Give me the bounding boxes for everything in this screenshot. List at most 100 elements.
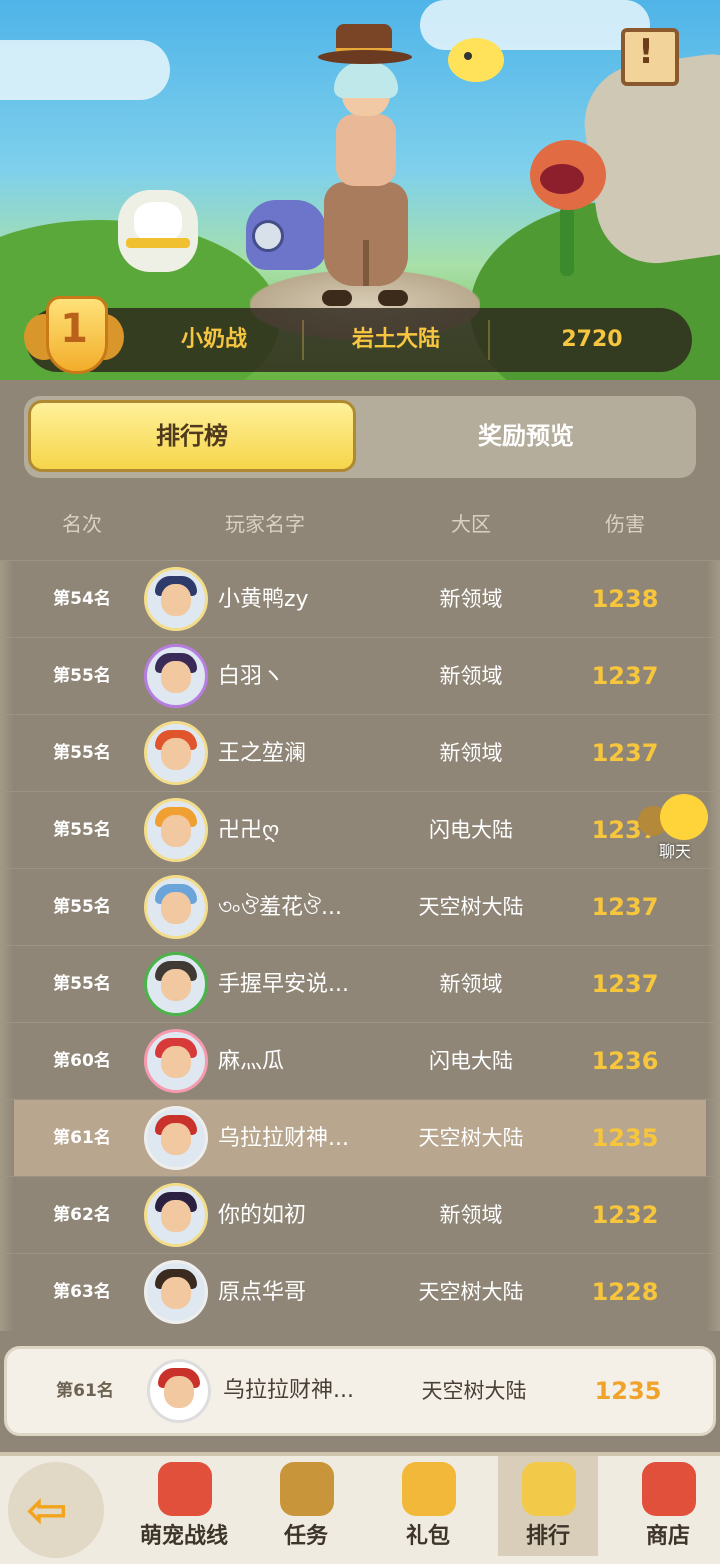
tab-reward-preview[interactable]: 奖励预览 xyxy=(360,400,692,472)
row-rank: 第55名 xyxy=(53,820,111,840)
row-deco xyxy=(706,1100,720,1177)
row-deco xyxy=(706,1023,720,1100)
player-avatar[interactable] xyxy=(144,644,208,708)
my-rank: 第61名 xyxy=(56,1381,114,1401)
pufferfish-pet xyxy=(448,38,504,82)
row-rank: 第55名 xyxy=(53,897,111,917)
nav-item-gift[interactable]: 礼包 xyxy=(378,1456,478,1556)
row-rank: 第55名 xyxy=(53,974,111,994)
row-player-name: 王之堃澜 xyxy=(218,741,307,766)
avatar-face xyxy=(161,1277,191,1309)
smiley-icon xyxy=(660,794,708,840)
nav-item-shop[interactable]: 商店 xyxy=(618,1456,718,1556)
row-deco xyxy=(0,792,14,869)
back-button[interactable]: ⇦ xyxy=(8,1462,108,1558)
my-zone: 天空树大陆 xyxy=(421,1379,527,1403)
player-avatar[interactable] xyxy=(144,1029,208,1093)
row-deco xyxy=(0,638,14,715)
table-row[interactable]: 第55名 ৩৹ঔ羞花ঔ... 天空树大陆 1237 xyxy=(0,868,720,946)
row-player-name: 小黄鸭zy xyxy=(218,587,309,612)
podium-icon xyxy=(522,1462,576,1516)
row-zone: 新领域 xyxy=(439,972,503,996)
player-avatar[interactable] xyxy=(144,1260,208,1324)
player-avatar[interactable] xyxy=(144,1183,208,1247)
chat-button[interactable]: 聊天 xyxy=(638,790,714,864)
row-damage: 1236 xyxy=(591,1047,659,1075)
row-deco xyxy=(706,869,720,946)
row-deco xyxy=(0,946,14,1023)
top-player-character xyxy=(300,10,430,330)
avatar-face xyxy=(161,892,191,924)
player-avatar[interactable] xyxy=(144,952,208,1016)
row-deco xyxy=(0,869,14,946)
top-player-zone: 岩土大陆 xyxy=(351,327,440,352)
player-avatar[interactable] xyxy=(144,1106,208,1170)
row-rank: 第62名 xyxy=(53,1205,111,1225)
row-rank: 第63名 xyxy=(53,1282,111,1302)
row-rank: 第54名 xyxy=(53,589,111,609)
notice-button[interactable]: ! xyxy=(615,24,679,86)
row-zone: 新领域 xyxy=(439,1203,503,1227)
table-row[interactable]: 第55名 王之堃澜 新领域 1237 xyxy=(0,714,720,792)
table-row[interactable]: 第62名 你的如初 新领域 1232 xyxy=(0,1176,720,1254)
row-player-name: 白羽ヽ xyxy=(218,664,285,689)
table-row[interactable]: 第55名 白羽ヽ 新领域 1237 xyxy=(0,637,720,715)
row-deco xyxy=(0,1177,14,1254)
nav-item-podium[interactable]: 排行 xyxy=(498,1456,598,1556)
row-deco xyxy=(706,638,720,715)
my-avatar[interactable] xyxy=(147,1359,211,1423)
table-row[interactable]: 第61名 乌拉拉财神... 天空树大陆 1235 xyxy=(0,1099,720,1177)
row-damage: 1228 xyxy=(591,1278,659,1306)
table-row[interactable]: 第63名 原点华哥 天空树大陆 1228 xyxy=(0,1253,720,1331)
my-name: 乌拉拉财神... xyxy=(223,1378,354,1403)
top-player-name: 小奶战 xyxy=(180,327,247,352)
nav-label: 排行 xyxy=(525,1524,570,1549)
nav-label: 萌宠战线 xyxy=(139,1524,228,1549)
shop-icon xyxy=(642,1462,696,1516)
column-rank: 名次 xyxy=(62,512,102,536)
nav-item-pet-battle[interactable]: 萌宠战线 xyxy=(134,1456,234,1556)
column-zone: 大区 xyxy=(451,512,491,536)
cloud xyxy=(0,40,170,100)
nav-label: 任务 xyxy=(283,1524,328,1549)
column-player-name: 玩家名字 xyxy=(225,512,305,536)
avatar-face xyxy=(161,661,191,693)
goat-pet xyxy=(108,168,208,280)
row-deco xyxy=(706,1254,720,1331)
list-header: 名次 玩家名字 大区 伤害 xyxy=(0,496,720,552)
row-deco xyxy=(706,715,720,792)
row-deco xyxy=(0,1023,14,1100)
row-rank: 第55名 xyxy=(53,743,111,763)
avatar-face xyxy=(161,969,191,1001)
avatar-face xyxy=(161,584,191,616)
row-damage: 1237 xyxy=(591,970,659,998)
row-zone: 闪电大陆 xyxy=(429,1049,513,1073)
player-avatar[interactable] xyxy=(144,721,208,785)
plant-stem xyxy=(560,206,574,276)
table-row[interactable]: 第55名 手握早安说... 新领域 1237 xyxy=(0,945,720,1023)
my-rank-row: 第61名 乌拉拉财神... 天空树大陆 1235 xyxy=(4,1346,716,1436)
rank-one-medal-icon: 1 xyxy=(22,290,126,376)
nav-label: 商店 xyxy=(645,1524,690,1549)
avatar-face xyxy=(161,1046,191,1078)
row-zone: 天空树大陆 xyxy=(418,1126,524,1150)
row-player-name: 你的如初 xyxy=(218,1203,307,1228)
row-deco xyxy=(706,561,720,638)
row-damage: 1232 xyxy=(591,1201,659,1229)
table-row[interactable]: 第54名 小黄鸭zy 新领域 1238 xyxy=(0,560,720,638)
row-deco xyxy=(0,561,14,638)
row-rank: 第55名 xyxy=(53,666,111,686)
chat-label: 聊天 xyxy=(658,842,691,861)
tab-leaderboard[interactable]: 排行榜 xyxy=(28,400,356,472)
row-rank: 第61名 xyxy=(53,1128,111,1148)
row-player-name: ৩৹ঔ羞花ঔ... xyxy=(218,895,343,920)
table-row[interactable]: 第60名 麻灬瓜 闪电大陆 1236 xyxy=(0,1022,720,1100)
gift-icon xyxy=(402,1462,456,1516)
player-avatar[interactable] xyxy=(144,875,208,939)
row-player-name: 手握早安说... xyxy=(218,972,349,997)
player-avatar[interactable] xyxy=(144,798,208,862)
table-row[interactable]: 第55名 卍卍ღ 闪电大陆 1237 xyxy=(0,791,720,869)
player-avatar[interactable] xyxy=(144,567,208,631)
nav-item-task[interactable]: 任务 xyxy=(256,1456,356,1556)
top-player-damage: 2720 xyxy=(561,327,623,352)
